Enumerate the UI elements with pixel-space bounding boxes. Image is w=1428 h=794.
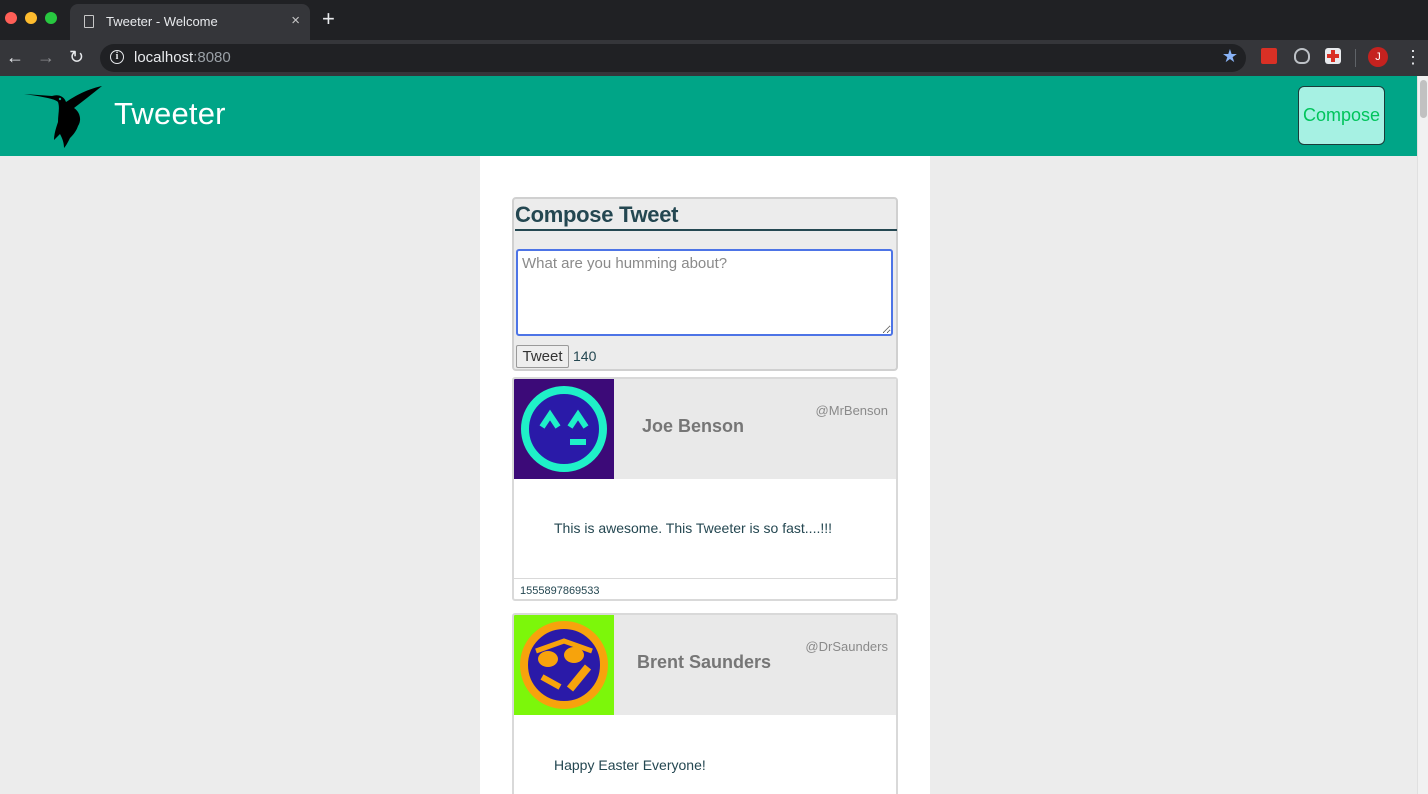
url-host: localhost	[134, 49, 194, 66]
tweet-body: Happy Easter Everyone!	[554, 757, 706, 773]
browser-tab[interactable]: Tweeter - Welcome ×	[70, 4, 310, 40]
scrollbar-thumb[interactable]	[1420, 80, 1427, 118]
char-counter: 140	[573, 348, 597, 364]
emoji-face-avatar-icon	[514, 379, 614, 479]
tweet-timestamp: 1555897869533	[520, 585, 600, 597]
tweet-author-handle: @MrBenson	[815, 403, 888, 418]
app-header: Tweeter Compose	[0, 76, 1417, 156]
compose-button[interactable]: Compose	[1298, 86, 1385, 145]
tab-close-icon[interactable]: ×	[291, 12, 300, 29]
info-icon[interactable]: i	[110, 50, 124, 64]
first-aid-extension-icon[interactable]	[1325, 48, 1341, 64]
browser-tab-bar: Tweeter - Welcome × +	[0, 0, 1428, 40]
page-viewport: Tweeter Compose Compose Tweet Tweet 140 …	[0, 76, 1428, 794]
lightbulb-extension-icon[interactable]	[1294, 48, 1310, 64]
close-window-button[interactable]	[5, 12, 17, 24]
tweet-author-name: Joe Benson	[642, 416, 745, 436]
compose-heading: Compose Tweet	[515, 202, 897, 231]
sunglasses-face-avatar-icon	[514, 615, 614, 715]
browser-toolbar: ← → ↻ i localhost:8080 ★ J ⋮	[0, 40, 1428, 76]
bookmark-star-icon[interactable]: ★	[1222, 46, 1238, 67]
tweet-input[interactable]	[516, 249, 893, 336]
main-container: Compose Tweet Tweet 140 Joe Benson @MrBe…	[480, 156, 930, 794]
tweet-footer: 1555897869533	[514, 578, 896, 599]
back-arrow-icon[interactable]: ←	[6, 46, 24, 68]
new-tab-button[interactable]: +	[322, 8, 335, 30]
maximize-window-button[interactable]	[45, 12, 57, 24]
tweet-body: This is awesome. This Tweeter is so fast…	[554, 520, 833, 536]
brand-title: Tweeter	[114, 96, 226, 131]
tweet-card: Joe Benson @MrBenson This is awesome. Th…	[512, 377, 898, 601]
tweet-author-name: Brent Saunders	[637, 652, 772, 672]
document-icon	[84, 15, 94, 28]
profile-avatar[interactable]: J	[1368, 47, 1388, 67]
page-scrollbar[interactable]	[1417, 76, 1428, 794]
minimize-window-button[interactable]	[25, 12, 37, 24]
tweet-author-handle: @DrSaunders	[805, 639, 888, 654]
address-bar[interactable]: i localhost:8080 ★	[100, 44, 1246, 72]
tweet-submit-button[interactable]: Tweet	[516, 345, 569, 368]
compose-tweet-panel: Compose Tweet Tweet 140	[512, 197, 898, 371]
tweet-card: Brent Saunders @DrSaunders Happy Easter …	[512, 613, 898, 794]
more-menu-icon[interactable]: ⋮	[1404, 46, 1422, 68]
bookmark-extension-icon[interactable]	[1261, 48, 1277, 64]
hummingbird-logo-icon	[24, 86, 102, 148]
tweet-header: Brent Saunders @DrSaunders	[514, 615, 896, 715]
url-port: :8080	[193, 49, 231, 66]
reload-icon[interactable]: ↻	[69, 46, 84, 68]
forward-arrow-icon[interactable]: →	[37, 46, 55, 68]
tab-title: Tweeter - Welcome	[106, 14, 218, 29]
url-text[interactable]: localhost:8080	[134, 49, 231, 66]
tweet-header: Joe Benson @MrBenson	[514, 379, 896, 479]
toolbar-divider	[1355, 49, 1356, 67]
